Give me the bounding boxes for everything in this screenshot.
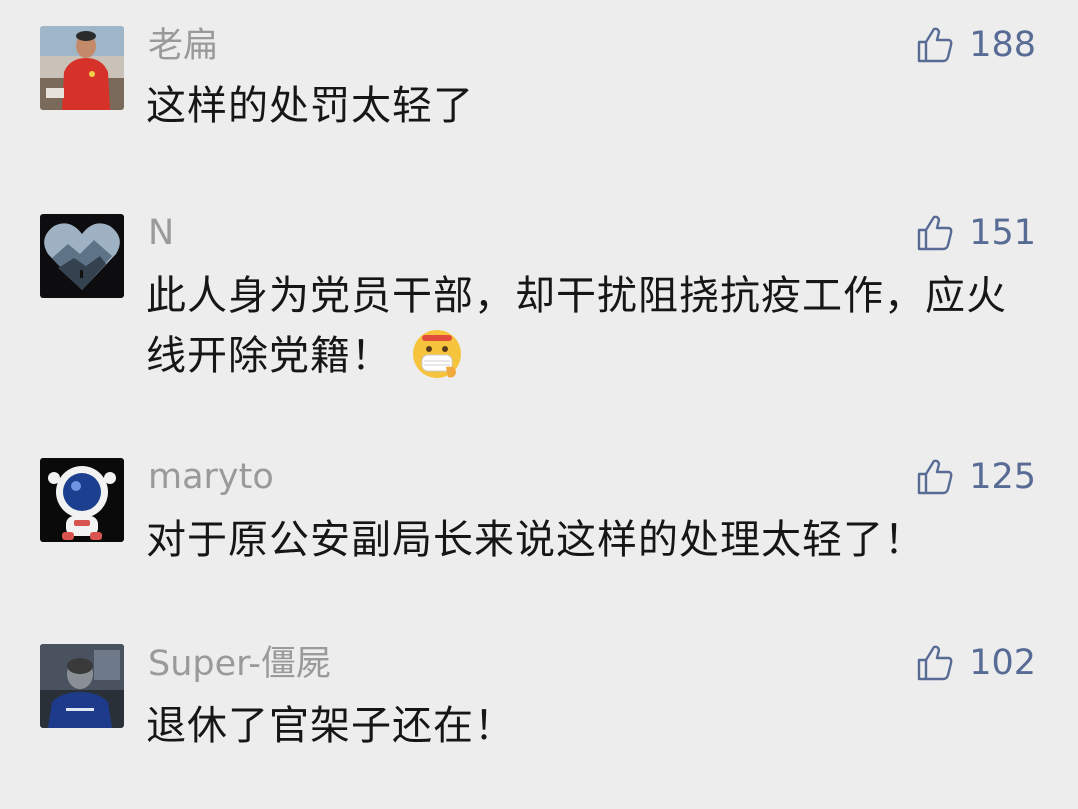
comment-item: maryto 对于原公安副局长来说这样的处理太轻了！ 125	[0, 436, 1078, 586]
comment-text: 对于原公安副局长来说这样的处理太轻了！	[146, 517, 925, 563]
mask-face-emoji-icon	[410, 327, 464, 381]
heart-mountain-avatar-icon	[40, 214, 124, 298]
avatar[interactable]	[40, 214, 124, 298]
username[interactable]: Super-僵屍	[148, 644, 331, 684]
username[interactable]: N	[148, 213, 174, 253]
username[interactable]: 老扁	[148, 26, 218, 66]
like-count: 102	[969, 643, 1036, 683]
comment-item: N 此人身为党员干部，却干扰阻挠抗疫工作，应火线开除党籍！ 151	[0, 190, 1078, 420]
comment-item: 老扁 这样的处罚太轻了 188	[0, 0, 1078, 150]
comment-item: Super-僵屍 退休了官架子还在！ 102	[0, 622, 1078, 772]
thumbs-up-icon	[917, 215, 953, 251]
like-button[interactable]: 151	[915, 210, 1036, 256]
like-count: 188	[969, 25, 1036, 65]
avatar[interactable]	[40, 458, 124, 542]
thumbs-up-icon	[917, 27, 953, 63]
avatar[interactable]	[40, 644, 124, 728]
like-count: 151	[969, 213, 1036, 253]
comment-text: 这样的处罚太轻了	[146, 83, 474, 129]
comment-text: 此人身为党员干部，却干扰阻挠抗疫工作，应火线开除党籍！	[146, 266, 1026, 386]
username[interactable]: maryto	[148, 457, 274, 497]
thumbs-up-icon	[917, 459, 953, 495]
like-button[interactable]: 125	[915, 454, 1036, 500]
comment-text-content: 此人身为党员干部，却干扰阻挠抗疫工作，应火线开除党籍！	[146, 273, 1007, 379]
thumbs-up-icon	[917, 645, 953, 681]
man-back-avatar-icon	[40, 644, 124, 728]
man-red-shirt-avatar-icon	[40, 26, 124, 110]
like-button[interactable]: 102	[915, 640, 1036, 686]
avatar[interactable]	[40, 26, 124, 110]
like-button[interactable]: 188	[915, 22, 1036, 68]
comment-text: 退休了官架子还在！	[146, 703, 515, 749]
astronaut-avatar-icon	[40, 458, 124, 542]
like-count: 125	[969, 457, 1036, 497]
